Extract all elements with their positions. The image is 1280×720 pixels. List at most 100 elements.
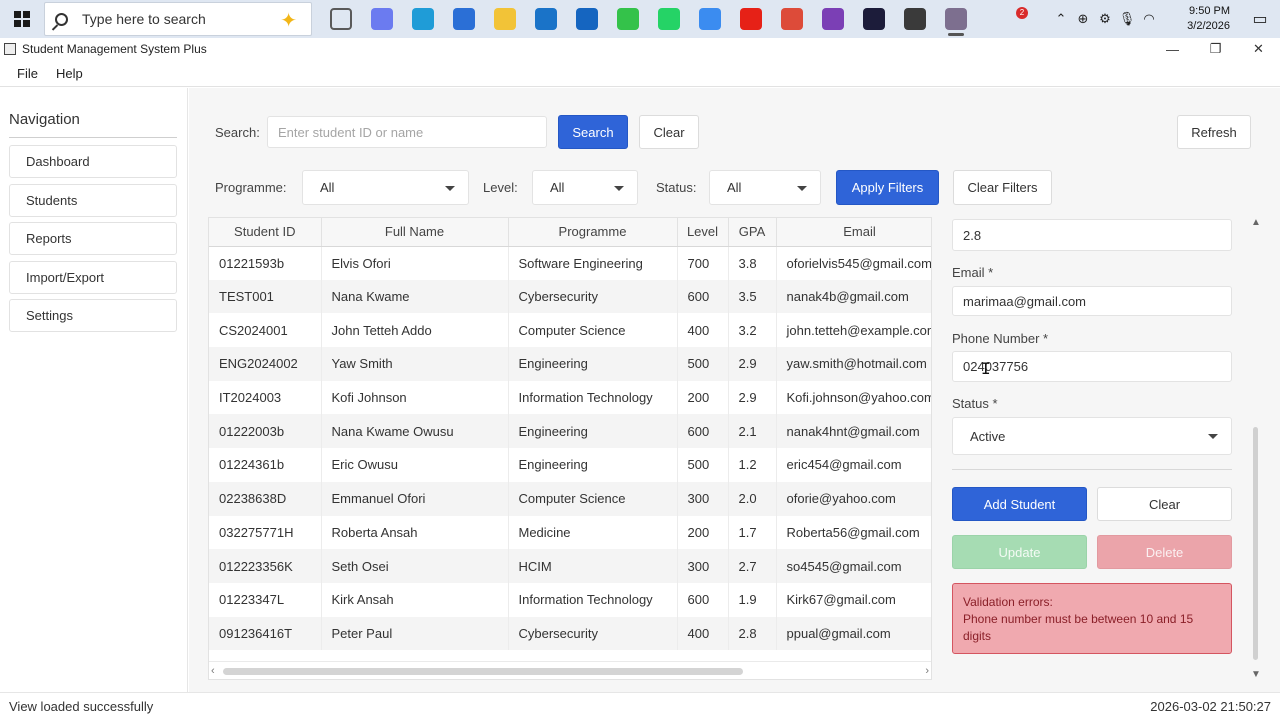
cell-level: 600 [677,582,729,617]
table-row[interactable]: IT2024003 Kofi Johnson Information Technol… [209,380,931,415]
powershell-taskbar-button[interactable] [566,0,607,38]
search-button[interactable]: Search [558,115,628,149]
nav-item-students[interactable]: Students [9,184,177,217]
horizontal-scrollbar[interactable]: ‹ › [209,661,931,679]
scroll-right-icon[interactable]: › [925,665,929,677]
file-explorer-taskbar-button[interactable] [484,0,525,38]
chrome-taskbar-button[interactable] [771,0,812,38]
nav-item-dashboard[interactable]: Dashboard [9,145,177,178]
search-input[interactable]: Enter student ID or name [267,116,547,148]
column-header-student-id[interactable]: Student ID [209,218,322,247]
notification-badge: 2 [1016,7,1028,19]
close-button[interactable]: ✕ [1237,38,1280,60]
nav-item-settings[interactable]: Settings [9,299,177,332]
cell-email: john.tetteh@example.com [776,313,931,348]
column-header-programme[interactable]: Programme [508,218,678,247]
table-row[interactable]: 01222003b Nana Kwame Owusu Engineering 600 2… [209,414,931,449]
photos-taskbar-button[interactable] [689,0,730,38]
scroll-left-icon[interactable]: ‹ [211,665,215,677]
cell-programme: Software Engineering [508,246,678,280]
apply-filters-button[interactable]: Apply Filters [836,170,939,205]
youtube-taskbar-button[interactable] [730,0,771,38]
network-icon[interactable]: ⊕ [1072,0,1094,38]
start-button[interactable] [0,0,44,38]
settings-tray-icon[interactable]: ⚙ [1094,0,1116,38]
refresh-button[interactable]: Refresh [1177,115,1251,149]
search-clear-button[interactable]: Clear [639,115,699,149]
vertical-scroll-thumb[interactable] [1253,427,1258,660]
ai-app-taskbar-button[interactable] [607,0,648,38]
table-row[interactable]: ENG2024002 Yaw Smith Engineering 500 2.9 yaw.… [209,347,931,381]
edge-taskbar-button[interactable] [402,0,443,38]
menu-file[interactable]: File [8,66,47,81]
table-row[interactable]: 012223356K Seth Osei HCIM 300 2.7 so4545@gmai… [209,549,931,583]
wifi-icon[interactable]: ◠ [1138,0,1160,38]
form-vertical-scrollbar[interactable]: ▲ ▼ [1249,217,1263,680]
form-clear-button[interactable]: Clear [1097,487,1232,521]
notifications-icon[interactable]: ▭ [1240,0,1280,38]
table-row[interactable]: CS2024001 John Tetteh Addo Computer Scienc… [209,313,931,348]
taskbar-search-box[interactable]: Type here to search ✦ [44,2,312,36]
cell-level: 300 [677,549,729,583]
phone-field[interactable]: 024037756 [952,351,1232,382]
table-row[interactable]: TEST001 Nana Kwame Cybersecurity 600 3.5 nana… [209,279,931,314]
add-student-button[interactable]: Add Student [952,487,1087,521]
gpa-field[interactable]: 2.8 [952,219,1232,251]
whatsapp-taskbar-button[interactable] [648,0,689,38]
microphone-icon[interactable]: 🎙 [1116,0,1138,38]
restore-button[interactable]: ❐ [1194,38,1237,60]
intellij-taskbar-button[interactable] [853,0,894,38]
table-row[interactable]: 01223347L Kirk Ansah Information Technolog… [209,582,931,617]
update-button[interactable]: Update [952,535,1087,569]
cell-level: 400 [677,616,729,651]
validation-error-message: Phone number must be between 10 and 15 d… [963,612,1194,643]
cell-level: 600 [677,279,729,314]
cell-programme: Information Technology [508,380,678,415]
chevron-up-icon[interactable]: ⌃ [1050,0,1072,38]
level-filter-select[interactable]: All [532,170,638,205]
cell-student-id: 02238638D [209,481,322,516]
column-header-email[interactable]: Email [776,218,931,247]
copilot-taskbar-button[interactable] [361,0,402,38]
cell-programme: HCIM [508,549,678,583]
system-clock[interactable]: 9:50 PM 3/2/2026 [1160,4,1230,34]
status-field-select[interactable]: Active [952,417,1232,455]
nav-item-import-export[interactable]: Import/Export [9,261,177,294]
email-field[interactable]: marimaa@gmail.com [952,286,1232,316]
horizontal-scroll-thumb[interactable] [223,668,743,675]
column-header-gpa[interactable]: GPA [728,218,777,247]
search-label: Search: [215,125,260,140]
column-header-level[interactable]: Level [677,218,729,247]
recorder-taskbar-button[interactable] [894,0,935,38]
table-row[interactable]: 02238638D Emmanuel Ofori Computer Science 3… [209,481,931,516]
github-desktop-icon [821,8,844,30]
intellij-icon [862,8,885,30]
table-row[interactable]: 01221593b Elvis Ofori Software Engineering… [209,246,931,280]
main-content: Search: Enter student ID or name Search … [189,88,1280,692]
nav-item-reports[interactable]: Reports [9,222,177,255]
outlook-taskbar-button[interactable] [525,0,566,38]
cell-gpa: 2.7 [728,549,777,583]
microsoft-store-taskbar-button[interactable] [443,0,484,38]
column-header-full-name[interactable]: Full Name [321,218,509,247]
snipping-tool-taskbar-button[interactable] [935,0,976,38]
scroll-up-icon[interactable]: ▲ [1251,217,1261,228]
cell-programme: Computer Science [508,481,678,516]
table-body: 01221593b Elvis Ofori Software Engineering… [209,246,931,651]
menu-help[interactable]: Help [47,66,92,81]
minimize-button[interactable]: — [1151,38,1194,60]
delete-button[interactable]: Delete [1097,535,1232,569]
clear-filters-button[interactable]: Clear Filters [953,170,1052,205]
table-row[interactable]: 01224361b Eric Owusu Engineering 500 1.2 eric… [209,448,931,482]
cell-email: yaw.smith@hotmail.com [776,347,931,381]
cell-full-name: Nana Kwame [321,279,509,314]
table-row[interactable]: 032275771H Roberta Ansah Medicine 200 1.7 Rob… [209,515,931,550]
programme-filter-select[interactable]: All [302,170,469,205]
clock-time: 9:50 PM [1189,5,1230,17]
cell-gpa: 3.8 [728,246,777,280]
task-view-taskbar-button[interactable] [320,0,361,38]
status-filter-select[interactable]: All [709,170,821,205]
github-desktop-taskbar-button[interactable] [812,0,853,38]
table-row[interactable]: 091236416T Peter Paul Cybersecurity 400 2.8 p… [209,616,931,651]
scroll-down-icon[interactable]: ▼ [1251,669,1261,680]
